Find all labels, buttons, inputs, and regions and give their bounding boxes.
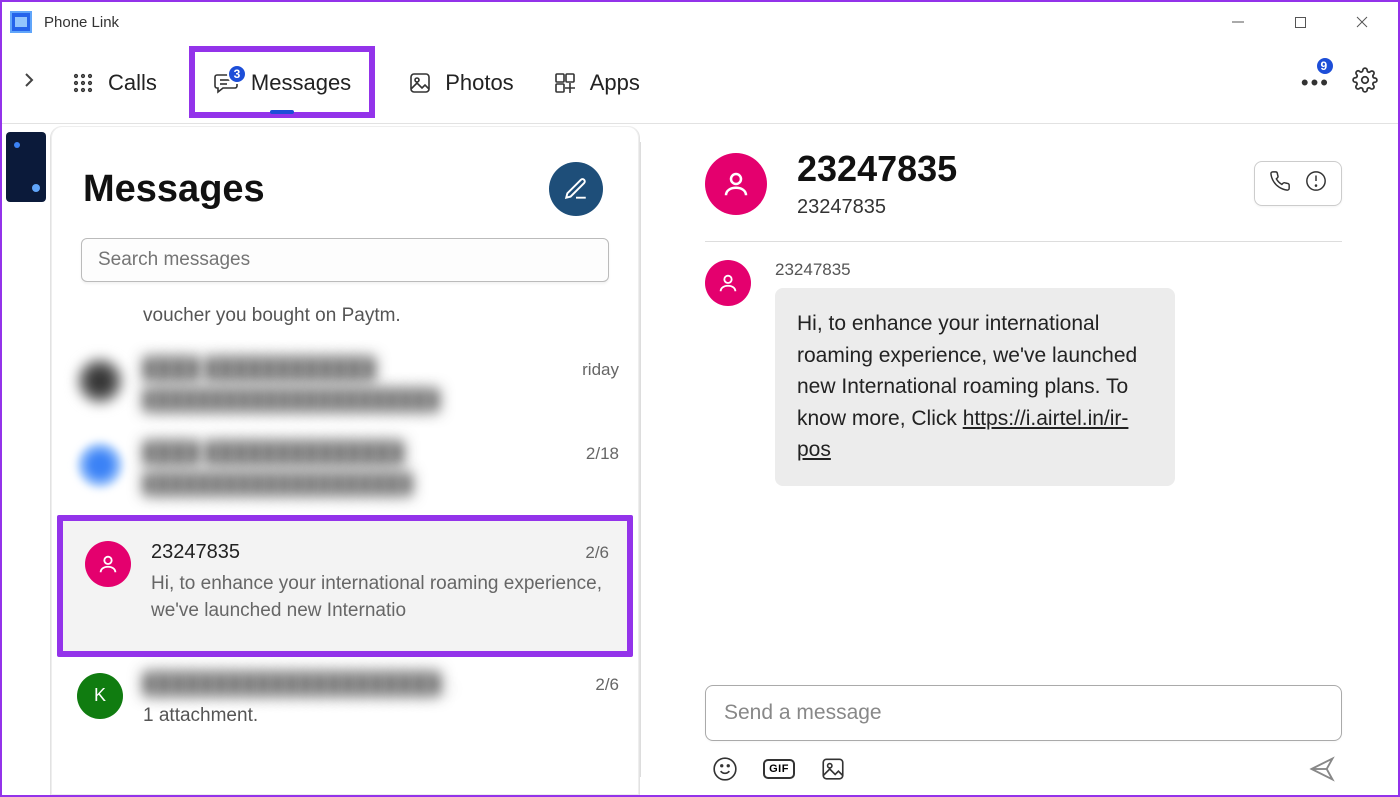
avatar bbox=[77, 358, 123, 404]
tab-apps[interactable]: Apps bbox=[546, 60, 646, 106]
gif-button[interactable]: GIF bbox=[765, 755, 793, 783]
avatar bbox=[85, 541, 131, 587]
contact-actions bbox=[1254, 161, 1342, 206]
contact-name: 23247835 bbox=[797, 148, 957, 190]
thread-date: 2/6 bbox=[585, 543, 609, 563]
avatar bbox=[77, 442, 123, 488]
thread-name: ████ ██████████████ bbox=[143, 442, 404, 465]
thread-item[interactable]: ████ ████████████ riday ████████████████… bbox=[51, 344, 639, 429]
message-input[interactable]: Send a message bbox=[705, 685, 1342, 741]
avatar: K bbox=[77, 673, 123, 719]
image-button[interactable] bbox=[819, 755, 847, 783]
thread-name: 23247835 bbox=[151, 541, 240, 564]
message-input-placeholder: Send a message bbox=[724, 701, 882, 725]
contact-avatar bbox=[705, 153, 767, 215]
phone-thumbnail[interactable] bbox=[2, 124, 50, 795]
app-icon bbox=[10, 11, 32, 33]
title-bar: Phone Link bbox=[2, 2, 1398, 42]
notifications-button[interactable]: ••• 9 bbox=[1297, 66, 1334, 100]
thread-date: 2/18 bbox=[586, 444, 619, 464]
minimize-button[interactable] bbox=[1218, 7, 1258, 37]
message-bubble: Hi, to enhance your international roamin… bbox=[775, 288, 1175, 486]
emoji-button[interactable] bbox=[711, 755, 739, 783]
tab-photos-label: Photos bbox=[445, 70, 514, 96]
photos-icon bbox=[407, 70, 433, 96]
app-title: Phone Link bbox=[44, 14, 119, 31]
thread-date: riday bbox=[582, 360, 619, 380]
call-button[interactable] bbox=[1269, 170, 1291, 197]
apps-icon bbox=[552, 70, 578, 96]
maximize-button[interactable] bbox=[1280, 7, 1320, 37]
info-button[interactable] bbox=[1305, 170, 1327, 197]
messages-icon: 3 bbox=[213, 70, 239, 96]
thread-name: ████ ████████████ bbox=[143, 358, 375, 381]
contact-subtitle: 23247835 bbox=[797, 196, 957, 219]
message-row: 23247835 Hi, to enhance your internation… bbox=[705, 260, 1342, 486]
thread-item[interactable]: K █████████████████████ . 2/6 1 attachme… bbox=[51, 659, 639, 744]
thread-preview: Hi, to enhance your international roamin… bbox=[151, 570, 609, 625]
send-button[interactable] bbox=[1308, 755, 1336, 783]
tab-calls[interactable]: Calls bbox=[64, 60, 163, 106]
notifications-badge: 9 bbox=[1315, 56, 1335, 76]
compose-button[interactable] bbox=[549, 162, 603, 216]
thread-preview: 1 attachment. bbox=[143, 702, 619, 730]
messages-heading: Messages bbox=[83, 168, 265, 211]
nav-expand-button[interactable] bbox=[20, 65, 38, 101]
search-input[interactable] bbox=[81, 238, 609, 282]
thread-name: █████████████████████ . bbox=[143, 673, 452, 696]
tab-calls-label: Calls bbox=[108, 70, 157, 96]
tab-apps-label: Apps bbox=[590, 70, 640, 96]
thread-preview: ████████████████████ bbox=[143, 471, 619, 499]
thread-preview: ██████████████████████ bbox=[143, 387, 619, 415]
messages-badge: 3 bbox=[227, 64, 247, 84]
dialpad-icon bbox=[70, 70, 96, 96]
tab-photos[interactable]: Photos bbox=[401, 60, 520, 106]
thread-item[interactable]: ████ ██████████████ 2/18 ███████████████… bbox=[51, 428, 639, 513]
conversation-pane: 23247835 23247835 23247835 Hi, to enhanc bbox=[641, 124, 1398, 795]
thread-date: 2/6 bbox=[595, 675, 619, 695]
settings-button[interactable] bbox=[1352, 67, 1378, 98]
message-list-pane: Messages voucher you bought on Paytm. ██… bbox=[50, 126, 640, 795]
sender-name: 23247835 bbox=[775, 260, 1175, 280]
tab-messages-label: Messages bbox=[251, 70, 351, 96]
tab-messages[interactable]: 3 Messages bbox=[189, 46, 375, 118]
main-nav: Calls 3 Messages Photos Apps ••• 9 bbox=[2, 42, 1398, 124]
thread-snippet[interactable]: voucher you bought on Paytm. bbox=[51, 296, 639, 344]
thread-item-selected[interactable]: 23247835 2/6 Hi, to enhance your interna… bbox=[57, 515, 633, 657]
snippet-text: voucher you bought on Paytm. bbox=[143, 302, 619, 330]
close-button[interactable] bbox=[1342, 7, 1382, 37]
sender-avatar bbox=[705, 260, 751, 306]
